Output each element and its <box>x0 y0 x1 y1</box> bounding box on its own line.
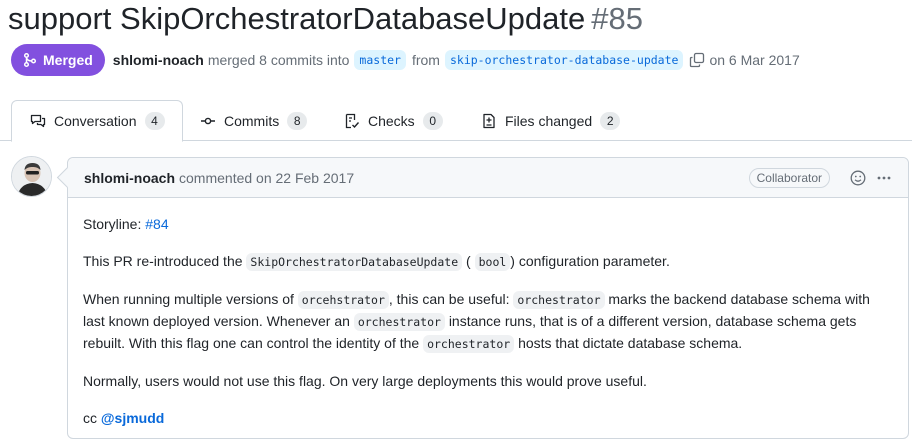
head-branch[interactable]: skip-orchestrator-database-update <box>444 50 684 70</box>
comment-actions: Collaborator <box>748 158 894 198</box>
comment-discussion-icon <box>30 114 46 128</box>
comment-body: Storyline: #84 This PR re-introduced the… <box>68 198 908 429</box>
merged-label: Merged <box>43 52 93 68</box>
tab-count: 0 <box>422 111 443 130</box>
inline-code: bool <box>474 253 511 271</box>
pr-tabs: Conversation 4 Commits 8 Checks 0 Files … <box>0 100 912 142</box>
text: This PR re-introduced the <box>83 253 243 269</box>
checklist-icon <box>345 113 360 128</box>
text: , this can be useful: <box>388 291 510 307</box>
tab-files-changed[interactable]: Files changed 2 <box>481 100 621 141</box>
avatar[interactable] <box>11 156 52 197</box>
tab-checks[interactable]: Checks 0 <box>344 100 443 141</box>
pr-number: #85 <box>591 1 643 36</box>
base-branch[interactable]: master <box>354 50 406 70</box>
inline-code: orchestrator <box>353 313 445 331</box>
inline-code: orchestrator <box>513 291 605 309</box>
note-paragraph: Normally, users would not use this flag.… <box>83 373 647 389</box>
from-text: from <box>411 52 440 68</box>
tab-label: Conversation <box>54 113 137 129</box>
issue-link[interactable]: #84 <box>145 216 168 232</box>
git-merge-icon <box>23 52 37 68</box>
kebab-horizontal-icon <box>877 176 891 180</box>
cc-label: cc <box>83 410 97 426</box>
file-diff-icon <box>483 113 495 128</box>
pr-title: support SkipOrchestratorDatabaseUpdate <box>8 1 586 36</box>
tab-count: 4 <box>144 112 165 130</box>
comment-timestamp[interactable]: commented on 22 Feb 2017 <box>179 170 354 186</box>
storyline-label: Storyline: <box>83 216 142 232</box>
details-paragraph: When running multiple versions of orcehs… <box>83 289 892 355</box>
comment-author[interactable]: shlomi-noach <box>84 170 175 186</box>
add-reaction-button[interactable] <box>848 168 868 188</box>
text: ( <box>466 253 471 269</box>
pr-meta: Merged shlomi-noach merged 8 commits int… <box>11 44 805 76</box>
text: ) configuration parameter. <box>510 253 670 269</box>
inline-code: orcehstrator <box>297 291 389 309</box>
inline-code: orchestrator <box>423 335 515 353</box>
comment-options-button[interactable] <box>874 168 894 188</box>
tab-label: Files changed <box>505 112 593 129</box>
merged-state-badge: Merged <box>11 44 105 76</box>
user-mention[interactable]: @sjmudd <box>101 410 164 426</box>
smiley-icon <box>850 170 866 186</box>
pr-title-row: support SkipOrchestratorDatabaseUpdate #8… <box>8 0 643 38</box>
pr-author-link[interactable]: shlomi-noach <box>113 52 204 68</box>
tab-label: Checks <box>368 112 415 129</box>
comment-box: shlomi-noach commented on 22 Feb 2017 Co… <box>67 157 909 439</box>
tab-count: 2 <box>600 111 621 130</box>
cc-paragraph: cc @sjmudd <box>83 408 892 429</box>
text: hosts that dictate database schema. <box>518 335 743 351</box>
comment-header: shlomi-noach commented on 22 Feb 2017 Co… <box>68 158 908 198</box>
tab-label: Commits <box>224 112 280 129</box>
intro-paragraph: This PR re-introduced the SkipOrchestrat… <box>83 251 892 273</box>
storyline-paragraph: Storyline: #84 <box>83 214 892 235</box>
merge-date: on 6 Mar 2017 <box>709 52 800 68</box>
collaborator-badge: Collaborator <box>748 168 830 188</box>
inline-code: SkipOrchestratorDatabaseUpdate <box>246 253 463 271</box>
git-commit-icon <box>201 117 215 124</box>
tab-conversation[interactable]: Conversation 4 <box>11 100 183 142</box>
text: When running multiple versions of <box>83 291 294 307</box>
merged-text: merged 8 commits into <box>207 52 350 68</box>
copy-icon[interactable] <box>689 52 705 68</box>
tab-commits[interactable]: Commits 8 <box>200 100 308 141</box>
tab-count: 8 <box>287 111 308 130</box>
